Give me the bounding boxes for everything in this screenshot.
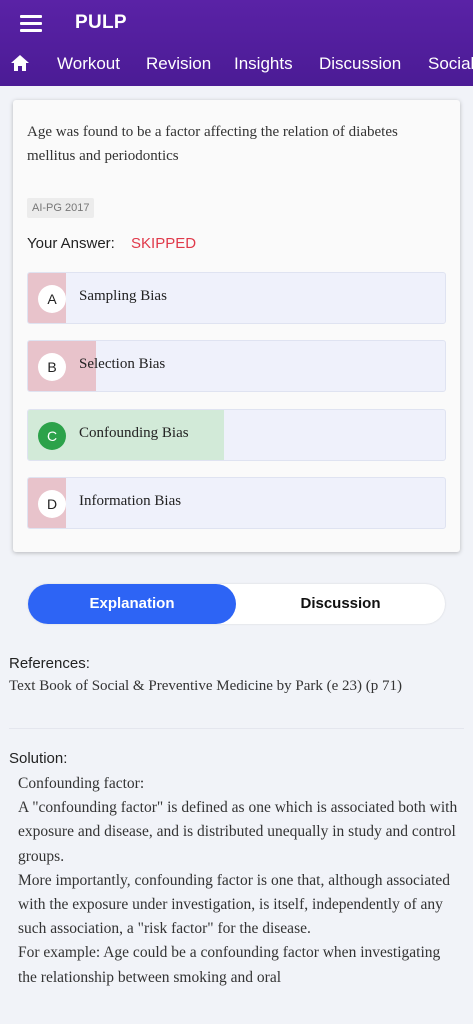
nav-tabs: Workout Revision Insights Discussion Soc… bbox=[0, 44, 473, 84]
option-d-text: Information Bias bbox=[79, 493, 182, 509]
solution-paragraph: More importantly, confounding factor is … bbox=[18, 871, 451, 938]
your-answer-row: Your Answer: SKIPPED bbox=[27, 235, 196, 252]
solution-paragraph: Confounding factor: bbox=[18, 775, 145, 792]
solution-paragraph: A "confounding factor" is defined as one… bbox=[18, 799, 458, 865]
solution-body: Confounding factor: A "confounding facto… bbox=[18, 772, 463, 990]
option-d[interactable]: D Information Bias bbox=[27, 477, 446, 529]
tab-discussion[interactable]: Discussion bbox=[319, 54, 401, 74]
explanation-discussion-toggle: Explanation Discussion bbox=[28, 584, 445, 624]
question-card: Age was found to be a factor affecting t… bbox=[13, 100, 460, 552]
option-b[interactable]: B Selection Bias bbox=[27, 340, 446, 392]
references-heading: References: bbox=[9, 655, 90, 672]
option-a[interactable]: A Sampling Bias bbox=[27, 272, 446, 324]
solution-paragraph: For example: Age could be a confounding … bbox=[18, 944, 441, 986]
tab-insights[interactable]: Insights bbox=[234, 54, 293, 74]
option-d-letter: D bbox=[38, 490, 66, 518]
option-c-text: Confounding Bias bbox=[79, 425, 189, 441]
option-b-text: Selection Bias bbox=[79, 356, 166, 372]
tab-revision[interactable]: Revision bbox=[146, 54, 211, 74]
home-icon[interactable] bbox=[10, 53, 30, 73]
explanation-tab-button[interactable]: Explanation bbox=[28, 584, 236, 624]
hamburger-menu-icon[interactable] bbox=[20, 13, 44, 33]
references-text: Text Book of Social & Preventive Medicin… bbox=[9, 678, 403, 694]
answer-label: Your Answer: bbox=[27, 235, 115, 252]
tab-social[interactable]: Social bbox=[428, 54, 473, 74]
solution-heading: Solution: bbox=[9, 750, 68, 767]
answer-status: SKIPPED bbox=[131, 235, 197, 252]
exam-tag: AI-PG 2017 bbox=[27, 198, 95, 218]
app-title: PULP bbox=[75, 12, 127, 33]
section-divider bbox=[9, 728, 464, 729]
discussion-tab-button[interactable]: Discussion bbox=[236, 584, 445, 624]
option-b-letter: B bbox=[38, 353, 66, 381]
option-c[interactable]: C Confounding Bias bbox=[27, 409, 446, 461]
app-header: PULP Workout Revision Insights Discussio… bbox=[0, 0, 473, 86]
question-text: Age was found to be a factor affecting t… bbox=[27, 124, 398, 164]
tab-workout[interactable]: Workout bbox=[57, 54, 120, 74]
option-a-text: Sampling Bias bbox=[79, 288, 167, 304]
option-a-letter: A bbox=[38, 285, 66, 313]
option-c-letter: C bbox=[38, 422, 66, 450]
